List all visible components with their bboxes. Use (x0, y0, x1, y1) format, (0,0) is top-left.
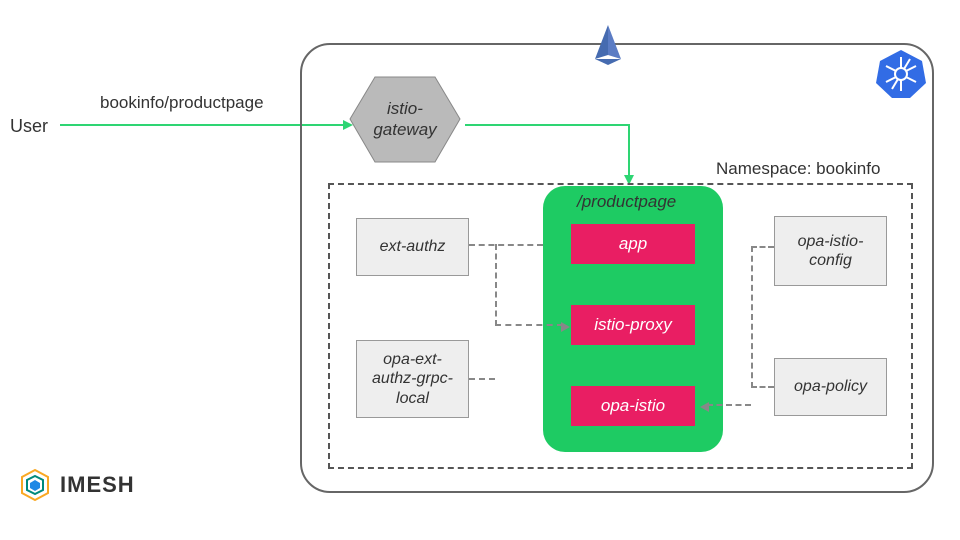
istio-gateway-node: istio- gateway (345, 72, 465, 167)
config-opa-ext-authz: opa-ext-authz-grpc-local (356, 340, 469, 418)
user-label: User (10, 116, 48, 137)
imesh-logo-icon (18, 468, 52, 502)
dashed-arrow-to-opa (707, 404, 751, 406)
config-opa-istio: opa-istio-config (774, 216, 887, 286)
arrow-gateway-h (465, 124, 630, 126)
container-opa-istio: opa-istio (571, 386, 695, 426)
arrow-gateway-v (628, 124, 630, 177)
istio-icon (590, 23, 626, 72)
gateway-label: istio- gateway (345, 72, 465, 167)
dashed-line (751, 386, 774, 388)
request-path-label: bookinfo/productpage (100, 93, 264, 113)
config-opa-policy: opa-policy (774, 358, 887, 416)
container-app: app (571, 224, 695, 264)
namespace-label: Namespace: bookinfo (716, 159, 880, 179)
imesh-logo: IMESH (18, 468, 135, 502)
imesh-logo-text: IMESH (60, 472, 135, 498)
dashed-line (469, 244, 543, 246)
dashed-line (495, 244, 497, 326)
dashed-line (751, 246, 753, 388)
productpage-label: /productpage (577, 192, 676, 212)
kubernetes-icon (874, 47, 928, 106)
dashed-line (469, 378, 495, 380)
container-istio-proxy: istio-proxy (571, 305, 695, 345)
dashed-line (751, 246, 774, 248)
dashed-arrow-to-proxy (495, 324, 563, 326)
config-ext-authz: ext-authz (356, 218, 469, 276)
